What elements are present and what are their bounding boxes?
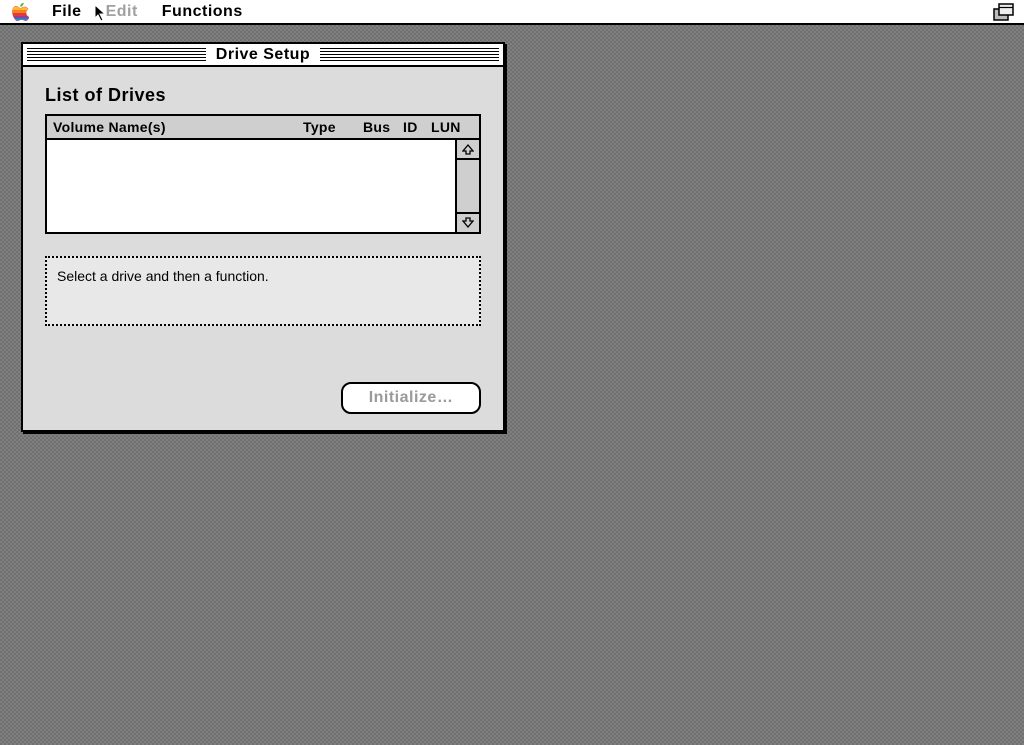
window-title: Drive Setup	[206, 46, 320, 64]
col-header-bus: Bus	[363, 119, 403, 135]
scroll-down-arrow-icon	[462, 217, 474, 229]
scroll-down-button[interactable]	[457, 212, 479, 232]
window-titlebar[interactable]: Drive Setup	[23, 44, 503, 67]
drive-list-body	[47, 140, 479, 232]
scroll-track[interactable]	[457, 160, 479, 212]
col-header-lun: LUN	[431, 119, 471, 135]
col-header-id: ID	[403, 119, 431, 135]
drive-list-rows[interactable]	[47, 140, 457, 232]
apple-logo-icon	[11, 3, 29, 21]
menubar: File Edit Functions	[0, 0, 1024, 25]
initialize-button[interactable]: Initialize…	[341, 382, 481, 414]
window-body: List of Drives Volume Name(s) Type Bus I…	[23, 67, 503, 428]
drive-list: Volume Name(s) Type Bus ID LUN	[45, 114, 481, 234]
col-header-volume: Volume Name(s)	[53, 119, 303, 135]
window-drive-setup: Drive Setup List of Drives Volume Name(s…	[21, 42, 505, 432]
scroll-up-arrow-icon	[462, 143, 474, 155]
menu-file[interactable]: File	[40, 0, 94, 23]
drive-list-scrollbar	[457, 140, 479, 232]
menubar-right[interactable]	[984, 0, 1024, 23]
scroll-up-button[interactable]	[457, 140, 479, 160]
apple-menu[interactable]	[0, 0, 40, 23]
menu-functions[interactable]: Functions	[150, 0, 255, 23]
col-header-type: Type	[303, 119, 363, 135]
app-switcher-icon	[993, 3, 1015, 21]
button-row: Initialize…	[45, 364, 481, 414]
drive-list-header: Volume Name(s) Type Bus ID LUN	[47, 116, 479, 140]
menu-edit[interactable]: Edit	[94, 0, 150, 23]
status-box: Select a drive and then a function.	[45, 256, 481, 326]
list-title: List of Drives	[45, 85, 481, 106]
status-text: Select a drive and then a function.	[57, 268, 269, 284]
screen: File Edit Functions Drive Setup List of …	[0, 0, 1024, 745]
